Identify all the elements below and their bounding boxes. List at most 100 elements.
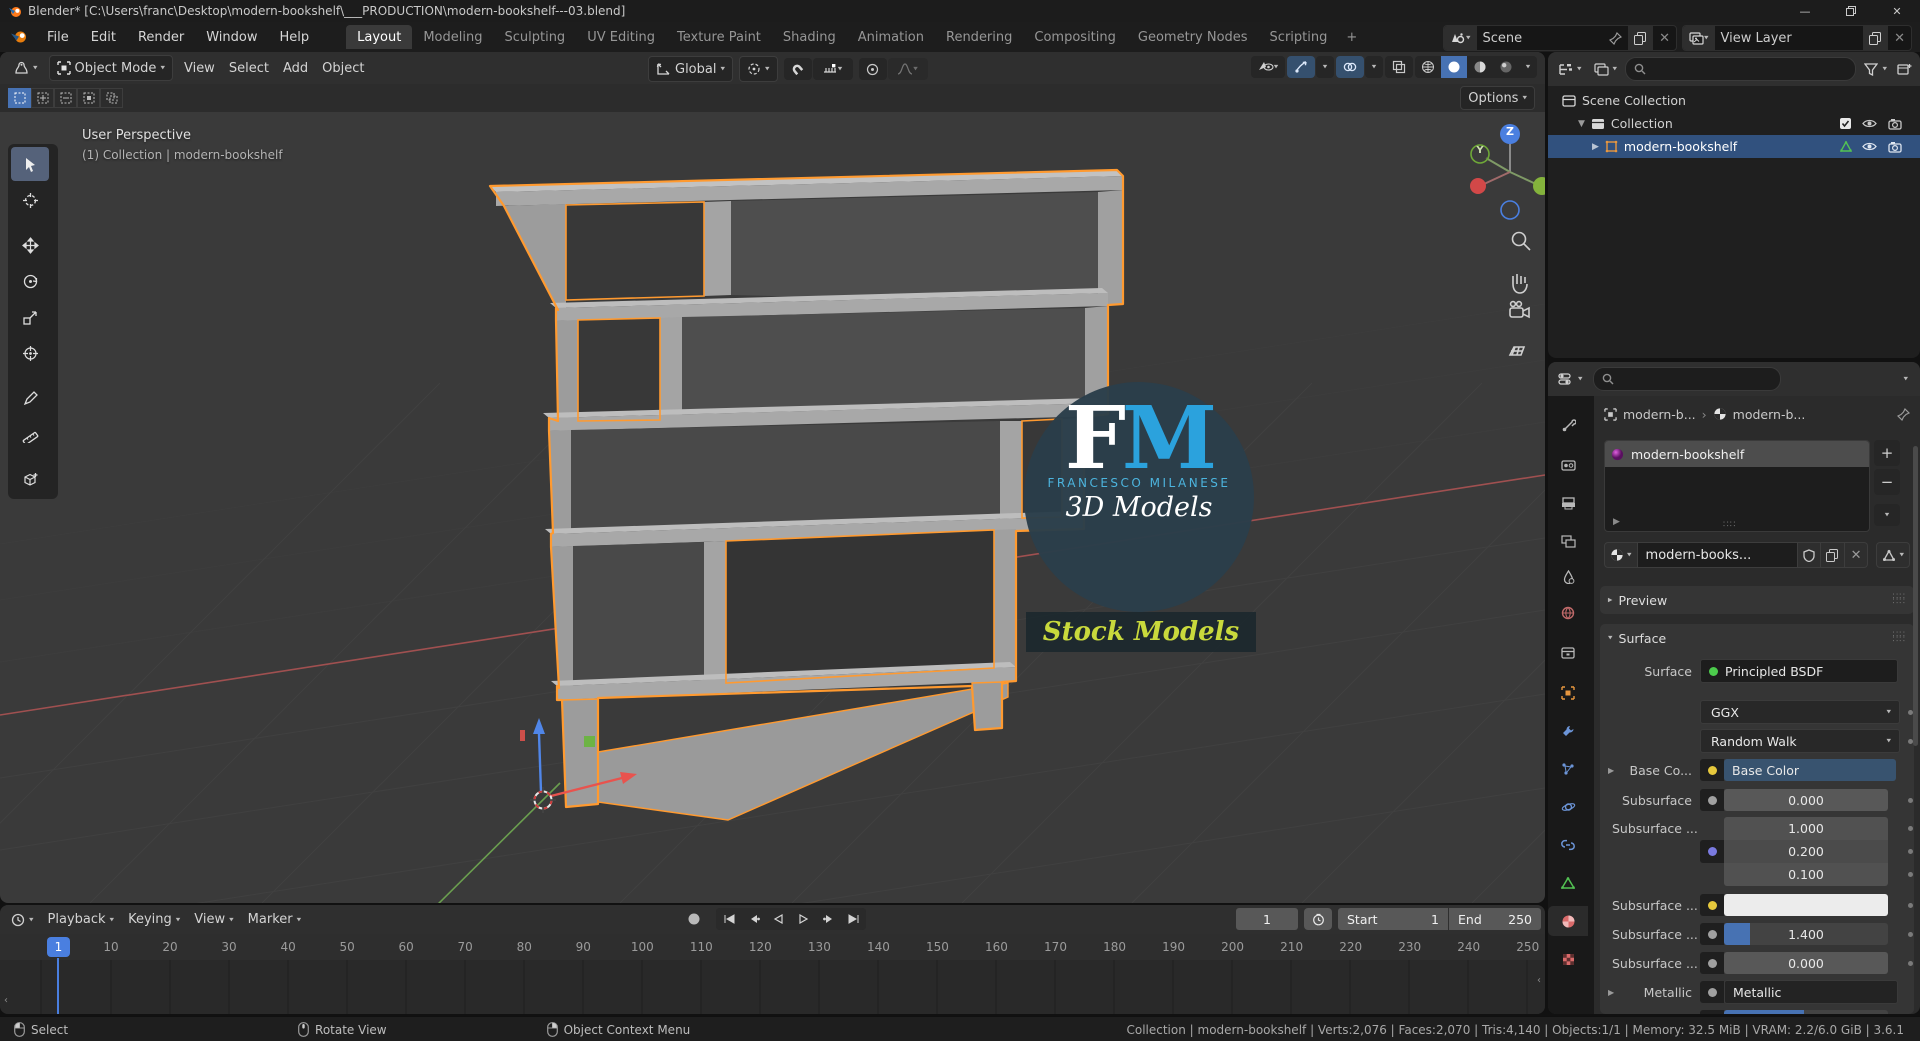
new-scene-button[interactable]: [1628, 26, 1654, 50]
unlink-material-button[interactable]: ✕: [1844, 542, 1869, 568]
tool-add-cube[interactable]: [11, 462, 49, 496]
frame-start-field[interactable]: Start 1: [1338, 908, 1448, 930]
subsurface-value-field[interactable]: 0.000: [1724, 789, 1888, 811]
properties-editor-type-button[interactable]: ▾: [1554, 367, 1587, 391]
preview-panel[interactable]: ▾ Preview ∷∷ ∷∷: [1600, 586, 1914, 614]
workspace-tab[interactable]: Compositing: [1023, 25, 1127, 49]
timeline-expand-right-icon[interactable]: ‹: [1537, 975, 1541, 986]
new-collection-button[interactable]: [1895, 57, 1914, 81]
tab-collection-props[interactable]: [1548, 638, 1588, 668]
menu-item[interactable]: Render: [127, 25, 195, 49]
hide-eye-icon[interactable]: [1862, 141, 1877, 152]
timeline-editor-type-button[interactable]: ▾: [6, 908, 39, 932]
previous-keyframe-button[interactable]: [741, 908, 766, 930]
view-layer-browse-button[interactable]: ▾: [1683, 26, 1715, 50]
workspace-tab[interactable]: UV Editing: [576, 25, 666, 49]
blender-menu-logo-icon[interactable]: [10, 29, 28, 45]
slot-expand-icon[interactable]: ▶: [1613, 517, 1620, 527]
tab-tool[interactable]: [1548, 410, 1588, 440]
subsurface-radius-x[interactable]: 1.000: [1724, 817, 1888, 840]
subsurface-aniso-field[interactable]: 0.000: [1724, 952, 1888, 974]
properties-options-dropdown[interactable]: ▾: [1903, 375, 1908, 383]
properties-scrollbar[interactable]: [1913, 446, 1918, 746]
node-editor-link-button[interactable]: ▾: [1876, 542, 1910, 568]
tab-output[interactable]: [1548, 488, 1588, 518]
timeline-menu[interactable]: Keying ▾: [121, 908, 187, 932]
tab-physics[interactable]: [1548, 792, 1588, 822]
tool-transform[interactable]: [11, 336, 49, 370]
properties-search-input[interactable]: [1592, 367, 1781, 391]
new-view-layer-button[interactable]: [1863, 26, 1889, 50]
pin-scene-icon[interactable]: [1603, 26, 1628, 50]
tab-object-data[interactable]: [1548, 868, 1588, 898]
metallic-link-button[interactable]: Metallic: [1724, 980, 1898, 1004]
workspace-tab[interactable]: Shading: [772, 25, 847, 49]
tool-select-box[interactable]: [11, 147, 49, 181]
3d-viewport-canvas[interactable]: [0, 52, 1545, 903]
play-reverse-button[interactable]: [766, 908, 791, 930]
scene-name[interactable]: Scene: [1477, 26, 1604, 50]
outliner-filter-id-dropdown[interactable]: ▾: [1590, 57, 1622, 81]
playhead-label[interactable]: 1: [47, 937, 70, 957]
timeline-expand-left-icon[interactable]: ‹: [4, 995, 8, 1006]
tool-move[interactable]: [11, 228, 49, 262]
outliner-row-scene-collection[interactable]: Scene Collection: [1548, 89, 1920, 112]
material-name-field[interactable]: modern-books...: [1637, 542, 1798, 568]
camera-visibility-icon[interactable]: [1888, 118, 1902, 130]
outliner-row-object-selected[interactable]: ▶ modern-bookshelf: [1548, 135, 1920, 158]
tab-texture[interactable]: [1548, 944, 1588, 974]
menu-item[interactable]: Window: [195, 25, 268, 49]
close-button[interactable]: ✕: [1874, 0, 1920, 22]
tab-object[interactable]: [1548, 678, 1588, 708]
tab-constraints[interactable]: [1548, 830, 1588, 860]
tab-modifiers[interactable]: [1548, 716, 1588, 746]
timeline-menu[interactable]: Playback ▾: [41, 908, 122, 932]
view-layer-name[interactable]: View Layer: [1715, 26, 1864, 50]
surface-shader-button[interactable]: Principled BSDF: [1700, 659, 1898, 683]
workspace-tab[interactable]: Geometry Nodes: [1127, 25, 1259, 49]
next-keyframe-button[interactable]: [816, 908, 841, 930]
timeline-menu[interactable]: Marker ▾: [241, 908, 308, 932]
material-slot-row[interactable]: modern-bookshelf: [1605, 441, 1869, 467]
tool-annotate[interactable]: [11, 381, 49, 415]
tool-rotate[interactable]: [11, 264, 49, 298]
distribution-dropdown[interactable]: GGX ▾: [1700, 700, 1900, 724]
tab-material[interactable]: [1548, 906, 1588, 936]
workspace-tab[interactable]: Sculpting: [493, 25, 576, 49]
remove-view-layer-button[interactable]: ✕: [1888, 26, 1911, 50]
subsurface-color-swatch[interactable]: [1724, 894, 1888, 916]
frame-end-field[interactable]: End 250: [1449, 908, 1541, 930]
navigation-gizmo[interactable]: [1470, 124, 1545, 220]
scene-browse-button[interactable]: ▾: [1444, 26, 1477, 50]
workspace-tab[interactable]: Animation: [847, 25, 935, 49]
outliner-search-input[interactable]: [1625, 57, 1857, 81]
slot-specials-dropdown[interactable]: ▾: [1874, 504, 1900, 526]
tool-measure[interactable]: [11, 417, 49, 451]
copy-material-button[interactable]: [1820, 542, 1845, 568]
tab-render[interactable]: [1548, 450, 1588, 480]
use-preview-range-button[interactable]: [1304, 908, 1332, 930]
unlink-scene-button[interactable]: ✕: [1653, 26, 1676, 50]
tab-scene[interactable]: [1548, 562, 1588, 592]
workspace-tab[interactable]: Modeling: [412, 25, 493, 49]
current-frame-field[interactable]: 1: [1236, 908, 1298, 930]
menu-item[interactable]: File: [36, 25, 80, 49]
timeline-track-area[interactable]: [0, 960, 1545, 1014]
workspace-tab[interactable]: Rendering: [935, 25, 1023, 49]
jump-to-end-button[interactable]: [841, 908, 866, 930]
base-color-link-button[interactable]: Base Color: [1724, 759, 1896, 781]
collection-checkbox[interactable]: [1839, 117, 1852, 130]
menu-item[interactable]: Help: [269, 25, 321, 49]
tab-view-layer[interactable]: [1548, 526, 1588, 556]
remove-slot-button[interactable]: −: [1874, 469, 1900, 495]
playhead-line[interactable]: [57, 958, 59, 1014]
outliner-row-collection[interactable]: ▼ Collection: [1548, 112, 1920, 135]
tab-world[interactable]: [1548, 598, 1588, 628]
subsurface-radius-y[interactable]: 0.200: [1724, 840, 1888, 863]
timeline-ruler[interactable]: 10 20 30 40 50 60 70 80 90 100 110 120 130 140 150 160 1…: [0, 934, 1545, 960]
subsurface-method-dropdown[interactable]: Random Walk ▾: [1700, 729, 1900, 753]
auto-keying-record-button[interactable]: [680, 908, 708, 930]
tab-layout[interactable]: Layout: [346, 25, 413, 49]
breadcrumb-object[interactable]: modern-b...: [1623, 407, 1696, 422]
outliner-display-mode-dropdown[interactable]: ▾: [1554, 57, 1586, 81]
